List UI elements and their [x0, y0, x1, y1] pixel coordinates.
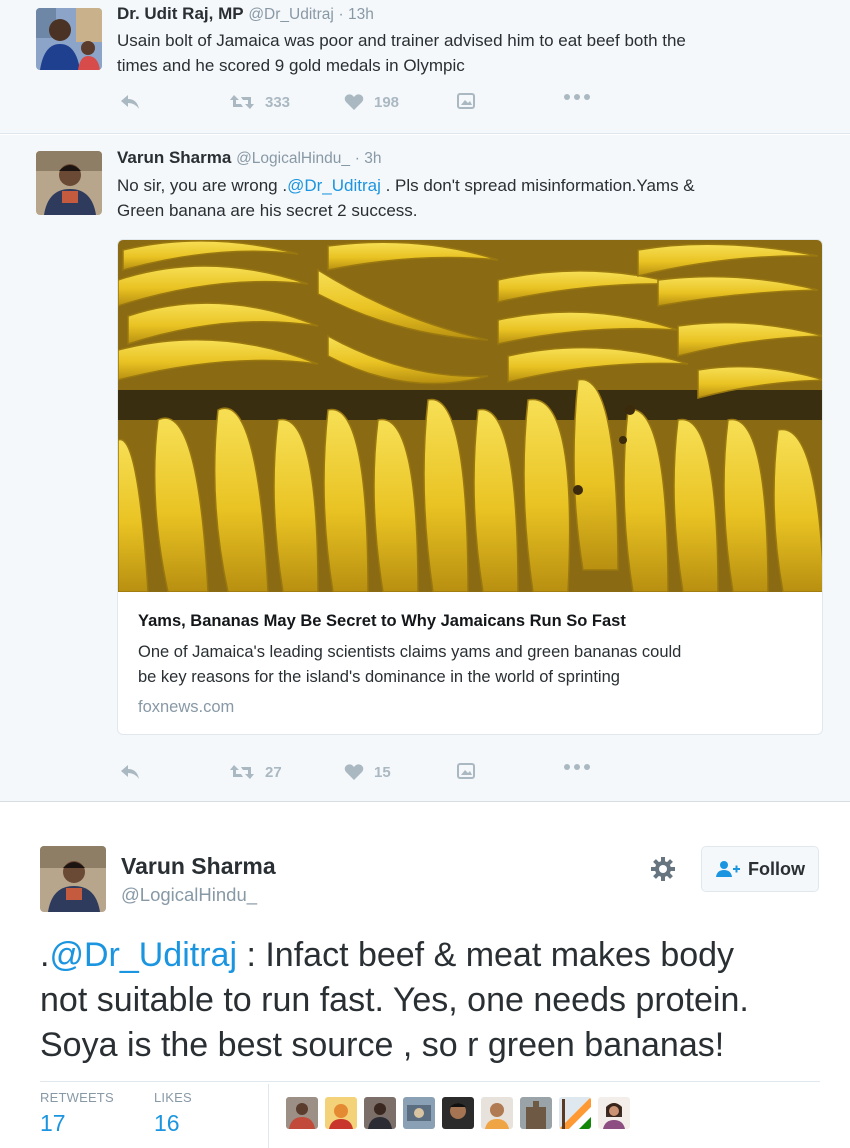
media-button[interactable] [457, 763, 475, 779]
avatar[interactable] [36, 8, 102, 70]
likes-count[interactable]: 16 [154, 1110, 180, 1137]
liker-avatar[interactable] [559, 1097, 591, 1129]
gear-icon [651, 857, 675, 881]
avatar[interactable] [40, 846, 106, 912]
like-icon [344, 764, 364, 780]
retweet-count: 27 [265, 763, 282, 781]
like-icon [344, 94, 364, 110]
tweet-varun-sharma-reply[interactable]: Varun Sharma @LogicalHindu_ · 3h No sir,… [0, 135, 850, 802]
divider [40, 1081, 820, 1082]
author-name[interactable]: Varun Sharma [121, 853, 276, 880]
tweet-text-line: Green banana are his secret 2 success. [117, 201, 418, 220]
main-tweet-text: .@Dr_Uditraj : Infact beef & meat makes … [40, 933, 820, 1068]
tweet-udit-raj[interactable]: Dr. Udit Raj, MP @Dr_Uditraj · 13h Usain… [0, 0, 850, 134]
retweet-icon [230, 95, 254, 109]
reply-icon [121, 765, 139, 779]
tweet-text-line: .@Dr_Uditraj : Infact beef & meat makes … [40, 933, 820, 978]
like-count: 198 [374, 93, 400, 111]
retweet-count: 333 [265, 93, 291, 111]
reply-button[interactable] [119, 93, 141, 111]
timestamp[interactable]: · 3h [355, 150, 382, 167]
liker-avatar[interactable] [598, 1097, 630, 1129]
follow-label: Follow [748, 858, 805, 879]
retweet-button[interactable]: 333 [229, 93, 290, 111]
media-button[interactable] [457, 93, 475, 109]
author-name[interactable]: Dr. Udit Raj, MP [117, 4, 244, 23]
tweet-header: Varun Sharma @LogicalHindu_ · 3h [117, 148, 382, 168]
liker-avatar[interactable] [325, 1097, 357, 1129]
tweet-header: Dr. Udit Raj, MP @Dr_Uditraj · 13h [117, 4, 374, 24]
reply-icon [121, 95, 139, 109]
tweet-text-line: not suitable to run fast. Yes, one needs… [40, 981, 749, 1019]
media-icon [457, 93, 475, 109]
card-description: One of Jamaica's leading scientists clai… [138, 640, 808, 690]
liker-avatar[interactable] [364, 1097, 396, 1129]
more-button[interactable] [563, 763, 591, 771]
text-segment: No sir, you are wrong . [117, 176, 288, 195]
liker-avatar[interactable] [286, 1097, 318, 1129]
likes-label[interactable]: LIKES [154, 1090, 192, 1105]
card-description-line: One of Jamaica's leading scientists clai… [138, 643, 682, 661]
card-title[interactable]: Yams, Bananas May Be Secret to Why Jamai… [138, 612, 626, 631]
like-count: 15 [374, 763, 391, 781]
text-segment: . Pls don't spread misinformation.Yams & [380, 176, 695, 195]
mention-link[interactable]: @Dr_Uditraj [49, 936, 237, 974]
retweet-icon [230, 765, 254, 779]
tweet-text-line: times and he scored 9 gold medals in Oly… [117, 56, 465, 75]
tweet-text: No sir, you are wrong .@Dr_Uditraj . Pls… [117, 173, 817, 223]
retweet-button[interactable]: 27 [229, 763, 282, 781]
liker-avatars [286, 1097, 637, 1129]
liker-avatar[interactable] [520, 1097, 552, 1129]
divider [268, 1084, 269, 1148]
retweets-label[interactable]: RETWEETS [40, 1090, 114, 1105]
tweet-text-line: Soya is the best source , so r green ban… [40, 1026, 725, 1064]
mention-link[interactable]: @Dr_Uditraj [287, 176, 381, 195]
tweet-actions: 27 15 [117, 763, 597, 783]
retweets-count[interactable]: 17 [40, 1110, 66, 1137]
liker-avatar[interactable] [481, 1097, 513, 1129]
tweet-text-line: Usain bolt of Jamaica was poor and train… [117, 31, 686, 50]
more-button[interactable] [563, 93, 591, 101]
reply-button[interactable] [119, 763, 141, 781]
card-description-line: be key reasons for the island's dominanc… [138, 668, 620, 686]
card-image[interactable] [118, 240, 822, 593]
like-button[interactable]: 198 [344, 93, 399, 111]
card-domain: foxnews.com [138, 698, 235, 716]
tweet-text: Usain bolt of Jamaica was poor and train… [117, 28, 817, 78]
liker-avatar[interactable] [442, 1097, 474, 1129]
tweet-actions: 333 198 [117, 93, 597, 113]
settings-button[interactable] [650, 856, 676, 887]
avatar[interactable] [36, 151, 102, 215]
tweet-text-line: No sir, you are wrong .@Dr_Uditraj . Pls… [117, 173, 817, 198]
text-segment: : Infact beef & meat makes body [237, 936, 735, 974]
media-icon [457, 763, 475, 779]
liker-avatar[interactable] [403, 1097, 435, 1129]
author-name[interactable]: Varun Sharma [117, 148, 231, 167]
link-card[interactable]: Yams, Bananas May Be Secret to Why Jamai… [117, 239, 823, 735]
author-handle[interactable]: @LogicalHindu_ [236, 150, 350, 167]
author-handle[interactable]: @Dr_Uditraj [248, 6, 334, 23]
author-handle[interactable]: @LogicalHindu_ [121, 884, 257, 906]
follow-user-icon [716, 861, 740, 877]
follow-button[interactable]: Follow [701, 846, 819, 892]
more-icon [564, 764, 590, 770]
like-button[interactable]: 15 [344, 763, 391, 781]
more-icon [564, 94, 590, 100]
timestamp[interactable]: · 13h [339, 6, 374, 23]
